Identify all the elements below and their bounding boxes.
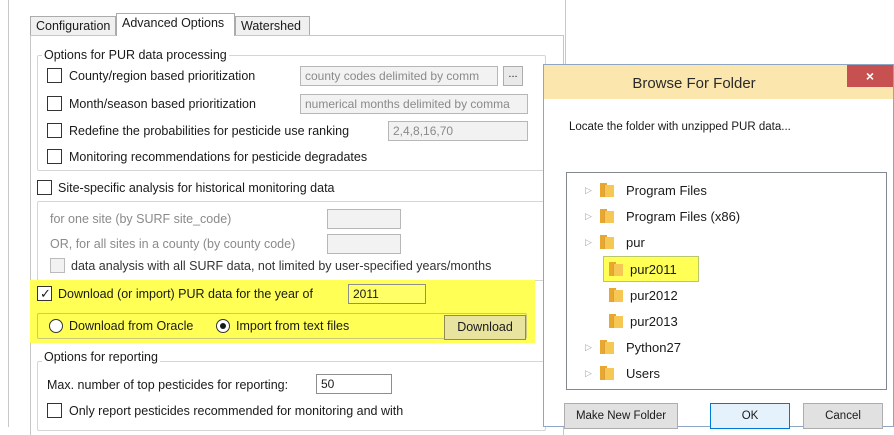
county-sites-label: OR, for all sites in a county (by county…: [50, 237, 296, 251]
all-surf-data-label: data analysis with all SURF data, not li…: [71, 259, 492, 273]
import-text-files-label: Import from text files: [236, 319, 350, 333]
county-code-input[interactable]: [327, 234, 401, 254]
folder-icon: [600, 209, 616, 223]
close-icon[interactable]: ×: [847, 65, 893, 87]
monitoring-degradates-checkbox[interactable]: [47, 149, 62, 164]
tree-item-pur2011[interactable]: pur2011: [567, 257, 867, 283]
probabilities-input[interactable]: 2,4,8,16,70: [388, 121, 528, 141]
tree-item-program-files-x86[interactable]: ▷ Program Files (x86): [567, 204, 867, 230]
download-pur-checkbox[interactable]: ✓: [37, 286, 52, 301]
month-prioritization-checkbox[interactable]: [47, 96, 62, 111]
tree-item-label: Program Files (x86): [626, 209, 741, 224]
tree-item-users[interactable]: ▷ Users: [567, 361, 867, 387]
download-oracle-label: Download from Oracle: [69, 319, 194, 333]
only-report-checkbox[interactable]: [47, 403, 62, 418]
folder-icon: [600, 366, 616, 380]
month-prioritization-label: Month/season based prioritization: [69, 97, 256, 111]
max-pesticides-label: Max. number of top pesticides for report…: [47, 378, 289, 392]
panel-border-left: [8, 0, 9, 427]
monitoring-degradates-label: Monitoring recommendations for pesticide…: [69, 150, 368, 164]
tree-item-pur2013[interactable]: pur2013: [567, 309, 867, 335]
reporting-legend: Options for reporting: [42, 350, 160, 364]
county-prioritization-label: County/region based prioritization: [69, 69, 256, 83]
tab-watershed[interactable]: Watershed: [235, 16, 310, 36]
tree-item-label: pur2012: [630, 288, 678, 303]
tree-item-pur[interactable]: ▷ pur: [567, 230, 867, 256]
tree-item-label: pur2011: [630, 262, 677, 277]
folder-tree[interactable]: ▷ Program Files ▷ Program Files (x86) ▷ …: [566, 172, 887, 390]
folder-icon: [609, 262, 625, 276]
expand-icon[interactable]: ▷: [585, 237, 592, 248]
tree-item-label: Python27: [626, 340, 681, 355]
expand-icon[interactable]: ▷: [585, 185, 592, 196]
expand-icon[interactable]: ▷: [585, 368, 592, 379]
tree-item-label: pur: [626, 235, 645, 250]
tree-item-label: Program Files: [626, 183, 707, 198]
dialog-title: Browse For Folder: [632, 75, 756, 92]
folder-icon: [609, 314, 625, 328]
import-text-files-radio[interactable]: [216, 319, 230, 333]
site-specific-label: Site-specific analysis for historical mo…: [58, 181, 335, 195]
ok-button[interactable]: OK: [710, 403, 790, 429]
tab-configuration[interactable]: Configuration: [30, 16, 116, 36]
cancel-button[interactable]: Cancel: [803, 403, 883, 429]
months-input[interactable]: numerical months delimited by comma: [300, 94, 528, 114]
site-code-input[interactable]: [327, 209, 401, 229]
pur-processing-legend: Options for PUR data processing: [42, 48, 229, 62]
make-new-folder-button[interactable]: Make New Folder: [564, 403, 678, 429]
checkmark-icon: ✓: [40, 286, 51, 301]
one-site-label: for one site (by SURF site_code): [50, 212, 232, 226]
only-report-label: Only report pesticides recommended for m…: [69, 404, 404, 418]
radio-selected-dot: [220, 323, 226, 329]
folder-icon: [609, 288, 625, 302]
county-codes-input[interactable]: county codes delimited by comm: [300, 66, 498, 86]
folder-icon: [600, 340, 616, 354]
pur-year-input[interactable]: 2011: [348, 284, 426, 304]
browse-folder-dialog: Browse For Folder × Locate the folder wi…: [543, 64, 894, 429]
reporting-group: [37, 361, 546, 431]
browse-county-button[interactable]: ...: [503, 66, 523, 86]
tree-item-label: Users: [626, 366, 660, 381]
folder-icon: [600, 183, 616, 197]
tree-item-pur2012[interactable]: pur2012: [567, 283, 867, 309]
download-button[interactable]: Download: [444, 315, 526, 340]
max-pesticides-input[interactable]: 50: [316, 374, 392, 394]
redefine-probabilities-label: Redefine the probabilities for pesticide…: [69, 124, 350, 138]
redefine-probabilities-checkbox[interactable]: [47, 123, 62, 138]
expand-icon[interactable]: ▷: [585, 342, 592, 353]
expand-icon[interactable]: ▷: [585, 211, 592, 222]
county-prioritization-checkbox[interactable]: [47, 68, 62, 83]
tree-item-python27[interactable]: ▷ Python27: [567, 335, 867, 361]
folder-icon: [600, 235, 616, 249]
site-specific-checkbox[interactable]: [37, 180, 52, 195]
download-oracle-radio[interactable]: [49, 319, 63, 333]
download-pur-label: Download (or import) PUR data for the ye…: [58, 287, 313, 301]
tree-item-label: pur2013: [630, 314, 678, 329]
dialog-description: Locate the folder with unzipped PUR data…: [569, 121, 791, 133]
tree-item-program-files[interactable]: ▷ Program Files: [567, 178, 867, 204]
all-surf-data-checkbox[interactable]: [50, 258, 65, 273]
tab-advanced-options[interactable]: Advanced Options: [116, 13, 235, 36]
